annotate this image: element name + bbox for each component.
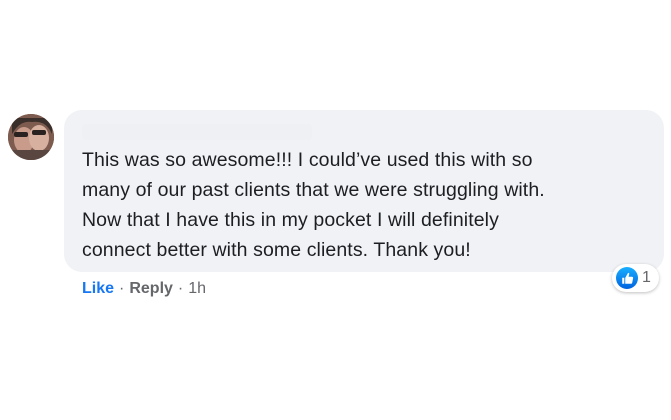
separator: · [177,280,184,297]
avatar-photo [8,114,54,160]
comment-bubble: This was so awesome!!! I could’ve used t… [64,110,664,272]
author-name[interactable] [82,124,312,140]
like-button[interactable]: Like [82,280,114,298]
timestamp[interactable]: 1h [188,280,206,298]
separator: · [119,280,125,297]
comment-actions: Like · Reply · 1h [82,280,206,298]
reaction-badge[interactable]: 1 [612,264,659,292]
thumbs-up-icon [616,267,638,289]
comment-text: This was so awesome!!! I could’ve used t… [82,149,545,261]
reply-button[interactable]: Reply [129,280,173,298]
avatar[interactable] [8,114,54,160]
reaction-count: 1 [642,269,651,286]
